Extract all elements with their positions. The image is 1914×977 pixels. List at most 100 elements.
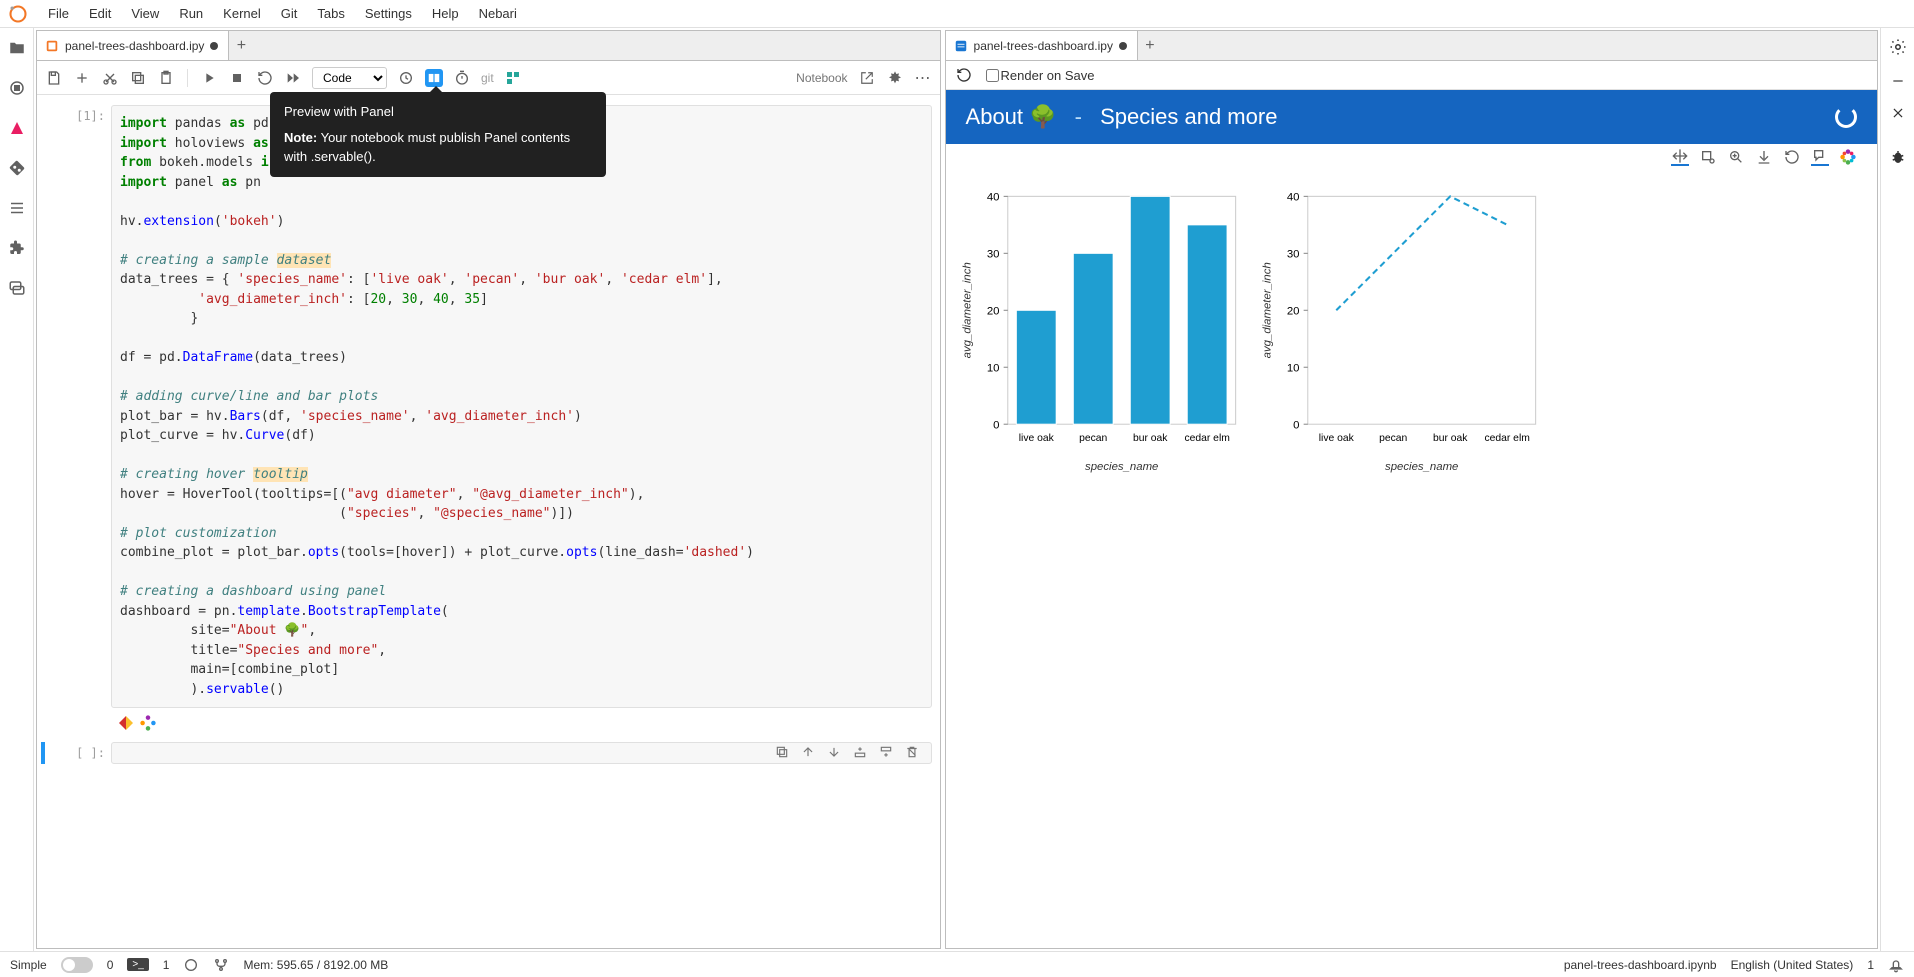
cut-button[interactable] bbox=[101, 69, 119, 87]
preview-file-icon bbox=[954, 39, 968, 53]
extensions-icon[interactable] bbox=[7, 238, 27, 258]
paste-button[interactable] bbox=[157, 69, 175, 87]
preview-toolbar: Render on Save bbox=[946, 61, 1877, 90]
box-zoom-tool-icon[interactable] bbox=[1699, 148, 1717, 166]
menu-view[interactable]: View bbox=[121, 2, 169, 25]
menu-settings[interactable]: Settings bbox=[355, 2, 422, 25]
more-icon[interactable]: ⋯ bbox=[914, 69, 932, 87]
comments-icon[interactable] bbox=[7, 278, 27, 298]
insert-below-icon[interactable] bbox=[878, 744, 894, 760]
tooltip-note-text: Your notebook must publish Panel content… bbox=[284, 130, 570, 165]
property-inspector-icon[interactable] bbox=[1889, 38, 1907, 56]
git-icon[interactable] bbox=[7, 158, 27, 178]
hover-tool-icon[interactable] bbox=[1811, 148, 1829, 166]
tooltip-note-label: Note: bbox=[284, 130, 317, 145]
simple-mode-label: Simple bbox=[10, 958, 47, 972]
svg-text:40: 40 bbox=[986, 192, 999, 204]
open-external-icon[interactable] bbox=[858, 69, 876, 87]
folder-icon[interactable] bbox=[7, 38, 27, 58]
restart-run-all-button[interactable] bbox=[397, 69, 415, 87]
toc-icon[interactable] bbox=[7, 198, 27, 218]
save-button[interactable] bbox=[45, 69, 63, 87]
svg-text:10: 10 bbox=[1286, 362, 1299, 374]
notebook-tab[interactable]: panel-trees-dashboard.ipy bbox=[37, 31, 229, 60]
notebook-kernel-label[interactable]: Notebook bbox=[796, 71, 847, 85]
cell-source[interactable]: import pandas as pd import holoviews as … bbox=[111, 105, 932, 708]
add-cell-button[interactable] bbox=[73, 69, 91, 87]
bell-icon[interactable] bbox=[1888, 957, 1904, 973]
svg-text:live oak: live oak bbox=[1018, 433, 1054, 444]
cell-toolbar bbox=[41, 740, 932, 764]
holoviews-logo-icon bbox=[117, 714, 135, 732]
preview-tab[interactable]: panel-trees-dashboard.ipy bbox=[946, 31, 1138, 60]
minimize-icon[interactable] bbox=[1891, 74, 1905, 88]
loading-spinner-icon bbox=[1835, 106, 1857, 128]
dask-button[interactable] bbox=[504, 69, 522, 87]
menu-git[interactable]: Git bbox=[271, 2, 308, 25]
duplicate-cell-icon[interactable] bbox=[774, 744, 790, 760]
save-tool-icon[interactable] bbox=[1755, 148, 1773, 166]
render-side-button[interactable] bbox=[425, 69, 443, 87]
reload-preview-button[interactable] bbox=[956, 67, 972, 83]
notebook-pane: panel-trees-dashboard.ipy + bbox=[36, 30, 941, 949]
restart-button[interactable] bbox=[256, 69, 274, 87]
svg-text:0: 0 bbox=[1293, 419, 1299, 431]
debugger-icon[interactable] bbox=[1889, 148, 1907, 166]
svg-text:30: 30 bbox=[986, 248, 999, 260]
line-chart[interactable]: 010203040live oakpecanbur oakcedar elmsp… bbox=[1256, 186, 1546, 476]
status-lang[interactable]: English (United States) bbox=[1731, 958, 1854, 972]
insert-above-icon[interactable] bbox=[852, 744, 868, 760]
menu-run[interactable]: Run bbox=[169, 2, 213, 25]
move-up-icon[interactable] bbox=[800, 744, 816, 760]
terminals-count: 1 bbox=[163, 958, 170, 972]
copy-button[interactable] bbox=[129, 69, 147, 87]
menu-edit[interactable]: Edit bbox=[79, 2, 121, 25]
reset-tool-icon[interactable] bbox=[1783, 148, 1801, 166]
add-tab-button[interactable]: + bbox=[229, 37, 253, 55]
bar-chart[interactable]: 010203040live oakpecanbur oakcedar elmsp… bbox=[956, 186, 1246, 476]
run-button[interactable] bbox=[200, 69, 218, 87]
svg-text:20: 20 bbox=[986, 305, 999, 317]
cell-type-select[interactable]: Code bbox=[312, 67, 387, 89]
git-toolbar-label[interactable]: git bbox=[481, 69, 494, 87]
pan-tool-icon[interactable] bbox=[1671, 148, 1689, 166]
right-sidebar bbox=[1880, 28, 1914, 951]
left-sidebar bbox=[0, 28, 34, 951]
preview-title: Species and more bbox=[1100, 104, 1277, 129]
render-on-save-checkbox[interactable]: Render on Save bbox=[980, 68, 1095, 83]
tabs-count: 0 bbox=[107, 958, 114, 972]
add-tab-button[interactable]: + bbox=[1138, 37, 1162, 55]
close-icon[interactable] bbox=[1891, 106, 1905, 120]
code-cell-1[interactable]: [1]: import pandas as pd import holoview… bbox=[41, 105, 932, 708]
notebook-tabbar: panel-trees-dashboard.ipy + bbox=[37, 31, 940, 61]
svg-text:cedar elm: cedar elm bbox=[1184, 433, 1229, 444]
menu-file[interactable]: File bbox=[38, 2, 79, 25]
timer-button[interactable] bbox=[453, 69, 471, 87]
kernel-settings-icon[interactable] bbox=[886, 69, 904, 87]
terminal-badge-icon[interactable]: >_ bbox=[127, 958, 148, 971]
bokeh-toolbar bbox=[946, 144, 1877, 166]
bokeh-logo-icon bbox=[139, 714, 157, 732]
status-mode: 1 bbox=[1867, 958, 1874, 972]
wheel-zoom-tool-icon[interactable] bbox=[1727, 148, 1745, 166]
notebook-body[interactable]: [1]: import pandas as pd import holoview… bbox=[37, 95, 940, 948]
menu-tabs[interactable]: Tabs bbox=[307, 2, 354, 25]
statusbar: Simple 0 >_ 1 Mem: 595.65 / 8192.00 MB p… bbox=[0, 951, 1914, 977]
jupyter-logo bbox=[8, 4, 28, 24]
svg-text:cedar elm: cedar elm bbox=[1484, 433, 1529, 444]
status-file: panel-trees-dashboard.ipynb bbox=[1564, 958, 1717, 972]
menu-nebari[interactable]: Nebari bbox=[469, 2, 527, 25]
delete-cell-icon[interactable] bbox=[904, 744, 920, 760]
notebook-tab-label: panel-trees-dashboard.ipy bbox=[65, 39, 204, 53]
simple-mode-toggle[interactable] bbox=[61, 957, 93, 973]
move-down-icon[interactable] bbox=[826, 744, 842, 760]
running-icon[interactable] bbox=[7, 78, 27, 98]
menu-kernel[interactable]: Kernel bbox=[213, 2, 271, 25]
stop-button[interactable] bbox=[228, 69, 246, 87]
nebari-icon[interactable] bbox=[7, 118, 27, 138]
branch-icon[interactable] bbox=[213, 957, 229, 973]
preview-tab-label: panel-trees-dashboard.ipy bbox=[974, 39, 1113, 53]
run-all-button[interactable] bbox=[284, 69, 302, 87]
svg-text:avg_diameter_inch: avg_diameter_inch bbox=[961, 262, 973, 358]
menu-help[interactable]: Help bbox=[422, 2, 469, 25]
